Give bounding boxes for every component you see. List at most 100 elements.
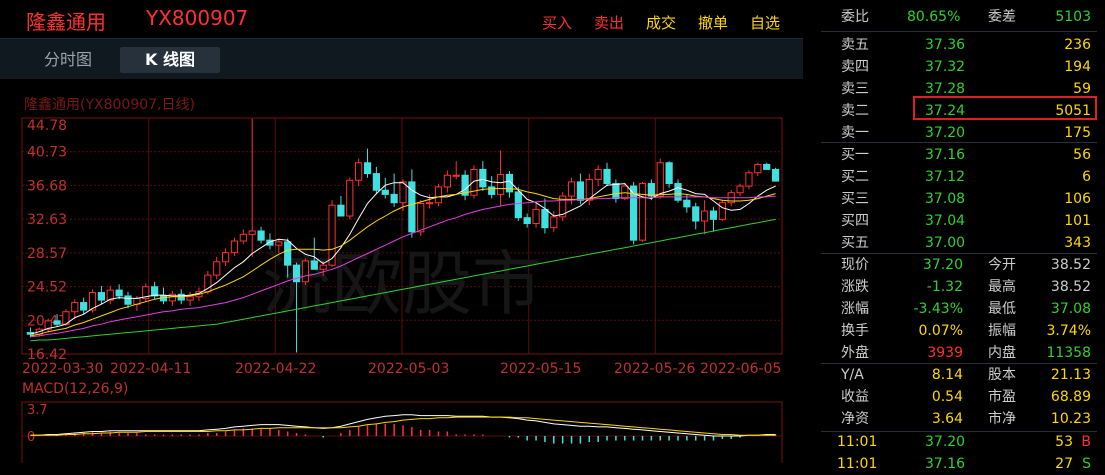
candle-down	[337, 204, 345, 217]
fundamental-row[interactable]: Y/A 8.14 股本 21.13	[821, 364, 1097, 386]
x-tick-label: 2022-05-26	[614, 361, 695, 377]
candle-up	[319, 264, 327, 270]
sell-level-row[interactable]: 卖五 37.36 236	[821, 34, 1097, 56]
tab-kline[interactable]: K 线图	[120, 47, 220, 73]
quote-value: 37.20	[922, 257, 963, 273]
level-label: 卖三	[841, 81, 869, 97]
fund-label: 股本	[988, 367, 1016, 383]
candle-up	[275, 241, 283, 246]
candle-down	[683, 199, 691, 208]
buy-level-row[interactable]: 买五 37.00 343	[821, 232, 1097, 254]
fund-label: 净资	[841, 411, 869, 427]
fundamental-row[interactable]: 收益 0.54 市盈 68.89	[821, 386, 1097, 408]
candle-down	[603, 168, 611, 185]
weicha-value: 5103	[1055, 9, 1091, 25]
y-tick-label: 32.63	[27, 212, 67, 228]
tick-volume: 53	[1055, 434, 1073, 450]
candle-down	[612, 183, 620, 200]
watermark: 流欧股市	[262, 243, 542, 325]
candle-down	[692, 206, 700, 222]
tab-intraday[interactable]: 分时图	[22, 47, 114, 73]
candle-up	[754, 163, 762, 174]
level-volume: 6	[1082, 169, 1091, 185]
quote-value: 37.08	[1050, 301, 1091, 317]
quote-label: 外盘	[841, 345, 869, 361]
buy-level-row[interactable]: 买三 37.08 106	[821, 188, 1097, 210]
level-volume: 194	[1064, 59, 1091, 75]
candle-down	[647, 183, 655, 197]
tick-row[interactable]: 11:01 37.16 27 S	[821, 453, 1097, 475]
level-label: 卖二	[841, 103, 869, 119]
candle-up	[594, 168, 602, 180]
candle-down	[257, 230, 265, 241]
watchlist-button[interactable]: 自选	[750, 12, 780, 33]
title-bar: 隆鑫通用 YX800907 买入 卖出 成交 撤单 自选	[0, 0, 803, 38]
candle-down	[763, 163, 771, 170]
sell-button[interactable]: 卖出	[594, 12, 624, 33]
tick-row[interactable]: 11:01 37.20 53 B	[821, 431, 1097, 453]
sell-level-row[interactable]: 卖四 37.32 194	[821, 56, 1097, 78]
quote-label: 涨跌	[841, 279, 869, 295]
highlight-box	[913, 96, 1097, 120]
macd-title: MACD(12,26,9)	[22, 381, 128, 397]
buy-button[interactable]: 买入	[542, 12, 572, 33]
quote-row[interactable]: 外盘 3939 内盘 11358	[821, 342, 1097, 364]
level-price: 37.00	[925, 235, 966, 251]
fundamental-row[interactable]: 净资 3.64 市净 10.23	[821, 408, 1097, 430]
quote-row[interactable]: 涨幅 -3.43% 最低 37.08	[821, 298, 1097, 320]
candle-up	[656, 162, 664, 197]
sell-level-row[interactable]: 卖一 37.20 175	[821, 122, 1097, 144]
weibi-value: 80.65%	[907, 9, 961, 25]
candle-down	[709, 210, 718, 220]
quote-row[interactable]: 换手 0.07% 振幅 3.74%	[821, 320, 1097, 342]
level-volume: 101	[1064, 213, 1091, 229]
tick-time: 11:01	[837, 434, 878, 450]
level-volume: 56	[1073, 147, 1091, 163]
kline-chart[interactable]: 流欧股市 隆鑫通用(YX800907,日线) 44.78 40.73 36.68 32.6…	[0, 78, 803, 463]
tick-price: 37.16	[925, 456, 966, 472]
quote-row[interactable]: 现价 37.20 今开 38.52	[821, 254, 1097, 276]
level-price: 37.04	[925, 213, 966, 229]
candle-up	[230, 240, 239, 254]
quote-label: 现价	[841, 257, 869, 273]
fund-value: 10.23	[1050, 411, 1091, 427]
cancel-order-button[interactable]: 撤单	[698, 12, 728, 33]
candle-down	[124, 295, 132, 305]
quote-row[interactable]: 涨跌 -1.32 最高 38.52	[821, 276, 1097, 298]
trades-button[interactable]: 成交	[646, 12, 676, 33]
weicha-label: 委差	[988, 9, 1016, 25]
level-price: 37.12	[925, 169, 966, 185]
tick-time: 11:01	[837, 456, 878, 472]
buy-level-row[interactable]: 买一 37.16 56	[821, 144, 1097, 166]
candle-up	[355, 162, 363, 181]
quote-value: 3.74%	[1046, 323, 1091, 339]
tick-side: B	[1081, 434, 1091, 450]
candle-down	[80, 302, 88, 311]
candle-down	[97, 292, 106, 301]
stock-name: 隆鑫通用	[26, 10, 106, 34]
candle-down	[523, 217, 531, 225]
fund-label: 市净	[988, 411, 1016, 427]
y-tick-label: 40.73	[27, 145, 67, 161]
y-tick-label: 28.57	[27, 246, 67, 262]
quote-value: 11358	[1046, 345, 1091, 361]
buy-level-row[interactable]: 买四 37.04 101	[821, 210, 1097, 232]
candle-up	[221, 252, 230, 263]
candle-up	[718, 202, 726, 220]
candle-up	[71, 302, 79, 313]
candle-up	[745, 172, 753, 187]
y-tick-label: 36.68	[27, 178, 67, 194]
candle-down	[151, 286, 159, 297]
candle-up	[452, 174, 460, 177]
quote-value: -3.43%	[913, 301, 963, 317]
candle-down	[479, 168, 487, 188]
fund-label: 市盈	[988, 389, 1016, 405]
candle-down	[488, 186, 496, 195]
buy-level-row[interactable]: 买二 37.12 6	[821, 166, 1097, 188]
candle-down	[408, 181, 416, 233]
candle-down	[115, 289, 123, 297]
candle-up	[638, 183, 647, 241]
x-tick-label: 2022-03-30	[22, 361, 103, 377]
candle-down	[363, 162, 372, 175]
candle-up	[213, 261, 221, 276]
